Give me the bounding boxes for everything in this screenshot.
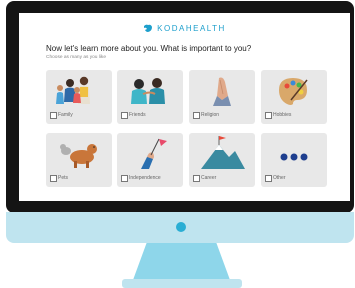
monitor-stand xyxy=(133,243,230,280)
option-label: Independence xyxy=(129,175,161,181)
option-checkbox[interactable] xyxy=(265,112,272,119)
option-card-pets[interactable]: Pets xyxy=(46,133,112,187)
paint-palette-icon xyxy=(279,78,308,105)
option-checkbox[interactable] xyxy=(193,175,200,182)
option-label: Career xyxy=(201,175,217,181)
koda-logo-icon xyxy=(144,24,153,32)
family-icon xyxy=(56,76,90,104)
option-checkbox[interactable] xyxy=(121,112,128,119)
friends-icon xyxy=(131,78,165,104)
hand-flag-icon xyxy=(141,138,167,169)
more-dots-icon xyxy=(280,153,308,161)
option-checkbox[interactable] xyxy=(50,175,57,182)
praying-hands-icon xyxy=(213,77,231,106)
option-card-career[interactable]: Career xyxy=(189,133,255,187)
page-title: Now let's learn more about you. What is … xyxy=(46,44,252,53)
option-label: Hobbies xyxy=(273,112,292,118)
mountain-flag-icon xyxy=(201,136,245,169)
option-card-independence[interactable]: Independence xyxy=(117,133,183,187)
option-card-family[interactable]: Family xyxy=(46,70,112,124)
brand-name: KODAHEALTH xyxy=(157,24,226,33)
power-indicator-icon xyxy=(176,222,186,232)
screen: KODAHEALTH Now let's learn more about yo… xyxy=(19,13,350,201)
page-subtitle: Choose as many as you like xyxy=(46,55,106,60)
monitor-base xyxy=(122,279,242,288)
option-label: Friends xyxy=(129,112,146,118)
option-card-other[interactable]: Other xyxy=(261,133,327,187)
option-label: Pets xyxy=(58,175,69,181)
monitor-frame: KODAHEALTH Now let's learn more about yo… xyxy=(6,1,354,213)
option-checkbox[interactable] xyxy=(50,112,57,119)
option-checkbox[interactable] xyxy=(265,175,272,182)
option-card-religion[interactable]: Religion xyxy=(189,70,255,124)
option-label: Family xyxy=(58,112,73,118)
pets-icon xyxy=(60,144,97,168)
option-card-friends[interactable]: Friends xyxy=(117,70,183,124)
option-checkbox[interactable] xyxy=(193,112,200,119)
brand-header: KODAHEALTH xyxy=(19,24,350,33)
option-label: Other xyxy=(273,175,286,181)
option-card-hobbies[interactable]: Hobbies xyxy=(261,70,327,124)
option-checkbox[interactable] xyxy=(121,175,128,182)
option-label: Religion xyxy=(201,112,220,118)
